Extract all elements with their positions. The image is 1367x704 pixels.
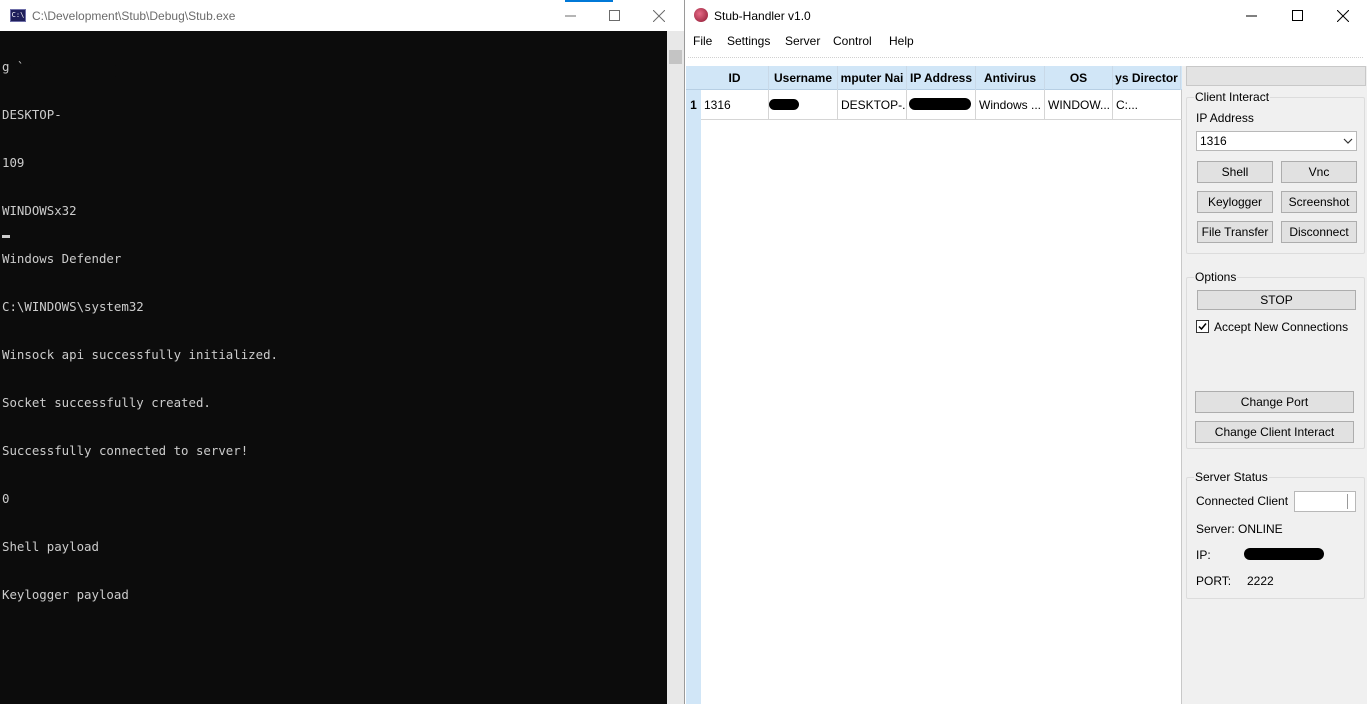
console-output: g ` DESKTOP- 109 WINDOWSx32 Windows Defe… [2, 35, 278, 635]
console-scrollbar[interactable] [667, 31, 684, 704]
row-header-column [686, 90, 701, 704]
minimize-icon [1245, 15, 1257, 17]
maximize-button[interactable] [591, 0, 637, 31]
client-interact-title: Client Interact [1194, 90, 1271, 104]
console-app-icon: C:\ [10, 9, 26, 22]
redaction [769, 99, 799, 110]
connected-client-label: Connected Client [1196, 494, 1289, 508]
stop-button[interactable]: STOP [1197, 290, 1356, 310]
console-line: 109 [2, 155, 25, 170]
panel-header-bar [1186, 66, 1366, 86]
close-icon [653, 9, 665, 22]
console-line: Socket successfully created. [2, 395, 211, 410]
console-line: Windows Defender [2, 251, 122, 266]
column-header-id[interactable]: ID [701, 66, 769, 90]
server-status-title: Server Status [1194, 470, 1269, 484]
port-label: PORT: [1196, 574, 1232, 588]
menu-help[interactable]: Help [889, 34, 914, 48]
console-line: Winsock api successfully initialized. [2, 347, 279, 362]
column-header-antivirus[interactable]: Antivirus [976, 66, 1045, 90]
handler-maximize-button[interactable] [1274, 0, 1320, 31]
redaction [60, 51, 120, 60]
console-line: WINDOWSx32 [2, 203, 77, 218]
maximize-icon [1291, 10, 1303, 21]
options-title: Options [1194, 270, 1238, 284]
handler-title: Stub-Handler v1.0 [714, 9, 811, 23]
vnc-button[interactable]: Vnc [1281, 161, 1357, 183]
shell-button[interactable]: Shell [1197, 161, 1273, 183]
spinner-divider [1347, 494, 1348, 509]
row-number[interactable]: 1 [686, 90, 701, 120]
minimize-icon [564, 15, 576, 17]
menu-settings[interactable]: Settings [727, 34, 770, 48]
maximize-icon [608, 10, 620, 21]
ip-address-selected: 1316 [1200, 134, 1227, 148]
file-transfer-button[interactable]: File Transfer [1197, 221, 1273, 243]
redaction [28, 65, 118, 77]
console-line: DESKTOP- [2, 107, 62, 122]
clients-grid[interactable] [686, 66, 1182, 704]
console-scrollbar-thumb[interactable] [669, 50, 682, 64]
redaction [1244, 548, 1324, 560]
column-header-username[interactable]: Username [769, 66, 838, 90]
console-line: C:\WINDOWS\system32 [2, 299, 144, 314]
close-icon [1337, 9, 1349, 22]
server-status-text: Server: ONLINE [1196, 522, 1283, 536]
port-value: 2222 [1247, 574, 1274, 588]
ip-address-label: IP Address [1196, 111, 1254, 125]
handler-close-button[interactable] [1320, 0, 1366, 31]
redaction [909, 98, 971, 110]
menu-file[interactable]: File [693, 34, 712, 48]
toolbar-separator [688, 57, 1363, 63]
console-line: Keylogger payload [2, 587, 129, 602]
ip-address-dropdown[interactable]: 1316 [1196, 131, 1357, 151]
disconnect-button[interactable]: Disconnect [1281, 221, 1357, 243]
accept-connections-checkbox[interactable] [1196, 320, 1209, 333]
cell-computer-name[interactable]: DESKTOP-... [838, 90, 907, 120]
connected-client-field[interactable] [1294, 491, 1356, 512]
menu-server[interactable]: Server [785, 34, 820, 48]
menu-control[interactable]: Control [833, 34, 872, 48]
chevron-down-icon [1343, 138, 1353, 144]
cell-id[interactable]: 1316 [701, 90, 769, 120]
column-header-computer-name[interactable]: mputer Nai [838, 66, 907, 90]
app-logo-icon [694, 8, 708, 22]
column-header-sys-directory[interactable]: ys Director [1113, 66, 1181, 90]
cell-os[interactable]: WINDOW... [1045, 90, 1113, 120]
handler-minimize-button[interactable] [1228, 0, 1274, 31]
accept-connections-label[interactable]: Accept New Connections [1214, 320, 1348, 334]
console-cursor [2, 235, 10, 238]
minimize-button[interactable] [547, 0, 593, 31]
console-output-area[interactable]: g ` DESKTOP- 109 WINDOWSx32 Windows Defe… [0, 31, 667, 704]
change-port-button[interactable]: Change Port [1195, 391, 1354, 413]
change-client-interact-button[interactable]: Change Client Interact [1195, 421, 1354, 443]
console-line: Shell payload [2, 539, 99, 554]
checkmark-icon [1198, 323, 1207, 331]
close-button[interactable] [636, 0, 682, 31]
ip-label: IP: [1196, 548, 1211, 562]
console-title: C:\Development\Stub\Debug\Stub.exe [32, 9, 236, 23]
keylogger-button[interactable]: Keylogger [1197, 191, 1273, 213]
console-line: 0 [2, 491, 10, 506]
column-header-ip-address[interactable]: IP Address [907, 66, 976, 90]
screenshot-button[interactable]: Screenshot [1281, 191, 1357, 213]
column-header-os[interactable]: OS [1045, 66, 1113, 90]
cell-antivirus[interactable]: Windows ... [976, 90, 1045, 120]
console-line: Successfully connected to server! [2, 443, 249, 458]
cell-sys-directory[interactable]: C:... [1113, 90, 1181, 120]
